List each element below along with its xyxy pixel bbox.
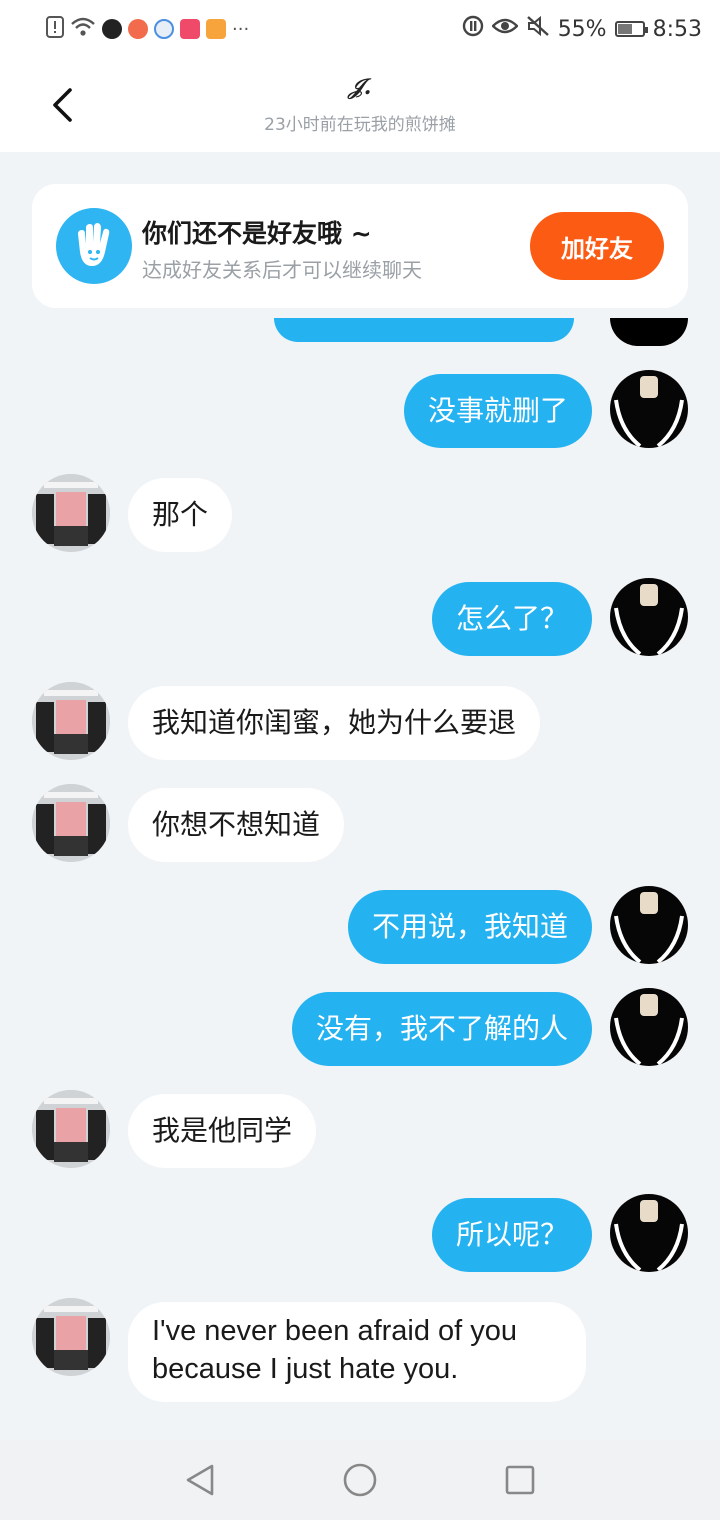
- app-icon-orange: [128, 19, 148, 39]
- message-bubble-incoming[interactable]: I've never been afraid of you because I …: [128, 1302, 586, 1402]
- home-circle-icon: [340, 1463, 380, 1504]
- my-avatar[interactable]: [610, 988, 688, 1066]
- my-avatar[interactable]: [610, 578, 688, 656]
- my-avatar-partial: [610, 318, 688, 346]
- message-bubble-outgoing[interactable]: 怎么了？: [431, 582, 592, 656]
- contact-avatar[interactable]: [32, 784, 110, 862]
- message-bubble-incoming[interactable]: 我知道你闺蜜，她为什么要退: [128, 686, 541, 760]
- message-bubble-outgoing[interactable]: 不用说，我知道: [347, 890, 592, 964]
- contact-avatar[interactable]: [32, 682, 110, 760]
- eye-comfort-icon: [490, 16, 519, 42]
- message-bubble-outgoing[interactable]: 所以呢？: [431, 1198, 592, 1272]
- waving-hand-icon: [56, 208, 132, 284]
- system-icons: 55% 8:53: [462, 14, 702, 44]
- not-friends-banner: 你们还不是好友哦 ~ 达成好友关系后才可以继续聊天 加好友: [32, 184, 688, 308]
- nav-back-button[interactable]: [180, 1460, 220, 1500]
- message-bubble-incoming[interactable]: 那个: [128, 478, 233, 552]
- contact-avatar[interactable]: [32, 474, 110, 552]
- nav-home-button[interactable]: [340, 1460, 380, 1500]
- alert-icon: [46, 16, 64, 42]
- banner-subtitle: 达成好友关系后才可以继续聊天: [142, 258, 422, 282]
- message-bubble-outgoing[interactable]: 没事就删了: [403, 374, 592, 448]
- app-icon-blue: [154, 19, 174, 39]
- play-app-icon: [206, 19, 226, 39]
- contact-avatar[interactable]: [32, 1090, 110, 1168]
- message-bubble-incoming[interactable]: 你想不想知道: [128, 788, 345, 862]
- chat-header: 𝒥. 23小时前在玩我的煎饼摊: [0, 58, 720, 152]
- my-avatar[interactable]: [610, 1194, 688, 1272]
- my-avatar[interactable]: [610, 886, 688, 964]
- battery-icon: [614, 21, 648, 37]
- add-friend-button[interactable]: 加好友: [530, 212, 664, 280]
- app-icon-red: [180, 19, 200, 39]
- system-navigation-bar: [0, 1440, 720, 1520]
- battery-percent: 55%: [557, 16, 607, 42]
- notification-icons: ···: [46, 16, 250, 42]
- my-avatar[interactable]: [610, 370, 688, 448]
- tiktok-icon: [102, 19, 122, 39]
- banner-title: 你们还不是好友哦 ~: [142, 219, 372, 248]
- message-bubble-incoming[interactable]: 我是他同学: [128, 1094, 317, 1168]
- mute-icon: [526, 15, 550, 43]
- back-triangle-icon: [180, 1464, 220, 1504]
- contact-name[interactable]: 𝒥.: [0, 74, 720, 100]
- contact-status: 23小时前在玩我的煎饼摊: [264, 115, 456, 135]
- message-bubble-outgoing[interactable]: 没有，我不了解的人: [291, 992, 592, 1066]
- recents-square-icon: [500, 1465, 540, 1504]
- more-notifications-icon: ···: [232, 18, 250, 40]
- data-saver-icon: [462, 15, 484, 43]
- wifi-icon: [70, 16, 96, 42]
- nav-recents-button[interactable]: [500, 1460, 540, 1500]
- clock: 8:53: [652, 16, 702, 42]
- partial-message-bubble[interactable]: [274, 318, 574, 342]
- contact-avatar[interactable]: [32, 1298, 110, 1376]
- status-bar: ··· 55% 8:53: [0, 0, 720, 58]
